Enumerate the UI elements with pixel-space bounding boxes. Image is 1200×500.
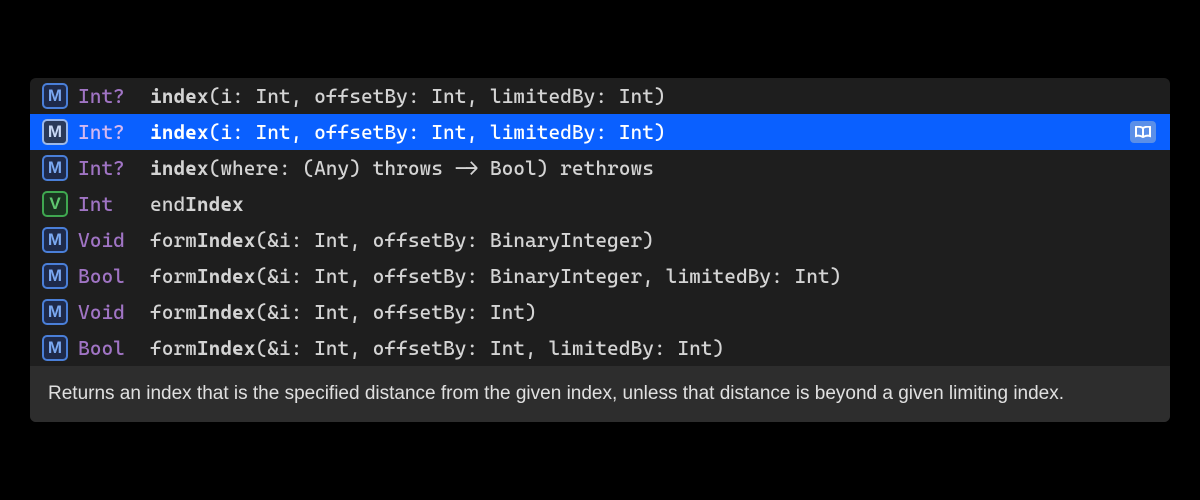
signature-prefix: form	[150, 264, 197, 288]
signature-match: Index	[185, 192, 244, 216]
completion-list: MInt?index(i: Int, offsetBy: Int, limite…	[30, 78, 1170, 366]
completion-item-index[interactable]: M Int? index(i: Int, offsetBy: Int, limite…	[30, 78, 1170, 114]
method-badge-icon: M	[42, 83, 68, 109]
signature-match: Index	[197, 336, 256, 360]
summary-text: Returns an index that is the specified d…	[48, 383, 1064, 404]
signature-prefix: form	[150, 300, 197, 324]
signature-match: Index	[197, 228, 256, 252]
signature-params: (&i: Int, offsetBy: BinaryInteger, limit…	[255, 264, 841, 288]
signature-match: index	[150, 120, 209, 144]
completion-item-formIndex[interactable]: M Void formIndex(&i: Int, offsetBy: Binary…	[30, 222, 1170, 258]
completion-item-endIndex[interactable]: V Int endIndex	[30, 186, 1170, 222]
signature-params: (i: Int, offsetBy: Int, limitedBy: Int)	[209, 84, 666, 108]
signature-prefix: form	[150, 336, 197, 360]
return-type: Int?	[78, 84, 140, 108]
method-badge-icon: M	[42, 227, 68, 253]
return-type: Void	[78, 228, 140, 252]
return-type: Bool	[78, 336, 140, 360]
signature-params: (i: Int, offsetBy: Int, limitedBy: Int)	[209, 120, 666, 144]
return-type: Void	[78, 300, 140, 324]
signature-params: (&i: Int, offsetBy: BinaryInteger)	[255, 228, 653, 252]
signature: index(i: Int, offsetBy: Int, limitedBy: …	[150, 84, 666, 108]
completion-item-formIndex[interactable]: M Void formIndex(&i: Int, offsetBy: Int)	[30, 294, 1170, 330]
signature-params: (&i: Int, offsetBy: Int)	[255, 300, 536, 324]
signature: formIndex(&i: Int, offsetBy: Int, limite…	[150, 336, 724, 360]
return-type: Int?	[78, 120, 140, 144]
completion-item-index[interactable]: M Int? index(i: Int, offsetBy: Int, limite…	[30, 114, 1170, 150]
signature: formIndex(&i: Int, offsetBy: Int)	[150, 300, 537, 324]
signature-params: (&i: Int, offsetBy: Int, limitedBy: Int)	[255, 336, 724, 360]
method-badge-icon: M	[42, 263, 68, 289]
completion-item-index[interactable]: M Int? index(where: (Any) throws -> Bool) …	[30, 150, 1170, 186]
autocomplete-popup: MInt?index(i: Int, offsetBy: Int, limite…	[30, 78, 1170, 422]
book-icon[interactable]	[1130, 121, 1156, 143]
method-badge-icon: M	[42, 335, 68, 361]
signature: index(i: Int, offsetBy: Int, limitedBy: …	[150, 120, 666, 144]
signature: formIndex(&i: Int, offsetBy: BinaryInteg…	[150, 228, 654, 252]
completion-item-formIndex[interactable]: M Bool formIndex(&i: Int, offsetBy: Int, l…	[30, 330, 1170, 366]
return-type: Int?	[78, 156, 140, 180]
method-badge-icon: M	[42, 155, 68, 181]
method-badge-icon: M	[42, 299, 68, 325]
signature: endIndex	[150, 192, 244, 216]
summary-panel: Returns an index that is the specified d…	[30, 366, 1170, 422]
completion-item-formIndex[interactable]: M Bool formIndex(&i: Int, offsetBy: Binary…	[30, 258, 1170, 294]
signature: formIndex(&i: Int, offsetBy: BinaryInteg…	[150, 264, 841, 288]
signature-prefix: end	[150, 192, 185, 216]
signature-params: (where: (Any) throws -> Bool) rethrows	[209, 156, 654, 180]
signature-match: index	[150, 84, 209, 108]
signature-match: Index	[197, 264, 256, 288]
variable-badge-icon: V	[42, 191, 68, 217]
return-type: Bool	[78, 264, 140, 288]
signature-match: Index	[197, 300, 256, 324]
signature-match: index	[150, 156, 209, 180]
method-badge-icon: M	[42, 119, 68, 145]
return-type: Int	[78, 192, 140, 216]
signature-prefix: form	[150, 228, 197, 252]
signature: index(where: (Any) throws -> Bool) rethr…	[150, 156, 654, 180]
